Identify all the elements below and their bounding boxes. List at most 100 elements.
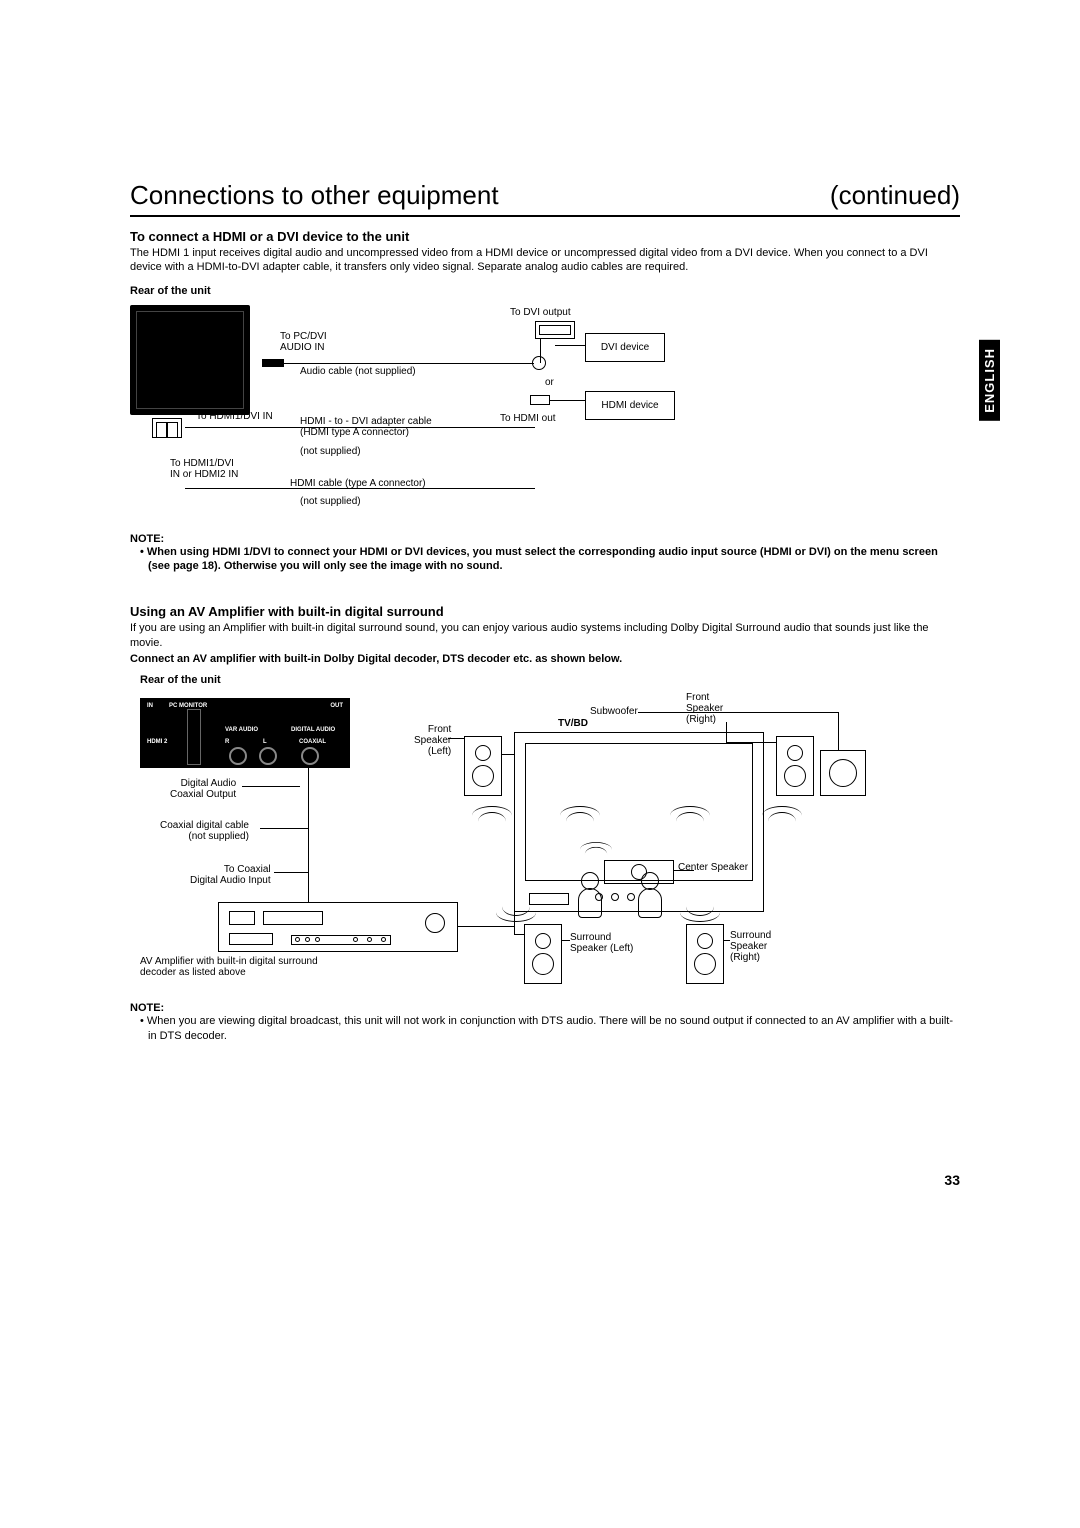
section1-heading: To connect a HDMI or a DVI device to the… [130,229,960,244]
section1-note-text: • When using HDMI 1/DVI to connect your … [130,545,960,575]
line [514,934,524,935]
label-coax-cable: Coaxial digital cable (not supplied) [160,820,249,842]
section2-heading: Using an AV Amplifier with built-in digi… [130,604,960,619]
label-tvbd: TV/BD [558,718,588,729]
line [242,786,300,787]
diagram-av-amplifier: IN PC MONITOR OUT HDMI 2 VAR AUDIO R L D… [130,692,870,992]
line [724,940,730,941]
label-front-right: Front Speaker (Right) [686,692,723,725]
label-dvi-device: DVI device [601,342,649,353]
sound-wave-icon [580,842,612,858]
panel-out: OUT [330,703,343,709]
hdmi-connector-icon [530,395,550,405]
listener-icon [630,872,670,922]
audio-jack-icon [262,359,284,367]
label-not-supplied-2: (not supplied) [300,496,361,507]
label-hdmi-dvi-adapter: HDMI - to - DVI adapter cable (HDMI type… [300,416,432,438]
document-page: Connections to other equipment (continue… [0,0,1080,1104]
line [726,742,776,743]
line [562,940,570,941]
line [274,872,308,873]
panel-hdmi2: HDMI 2 [147,739,167,745]
hdmi-ports-icon [152,418,182,438]
line [514,754,515,934]
header-title: Connections to other equipment [130,180,499,211]
surround-right-speaker-icon [686,924,724,984]
sound-wave-icon [472,806,512,826]
listener-icon [570,872,610,922]
label-front-left: Front Speaker (Left) [414,724,451,757]
dvi-device-box: DVI device [585,333,665,362]
label-to-hdmi1-dvi-in: To HDMI1/DVI IN [196,411,273,422]
line [458,926,514,927]
front-right-speaker-icon [776,736,814,796]
section1-body: The HDMI 1 input receives digital audio … [130,246,960,275]
label-to-pcdvi-audio-in: To PC/DVI AUDIO IN [280,331,327,353]
label-surround-left: Surround Speaker (Left) [570,932,633,954]
panel-digaudio: DIGITAL AUDIO [291,727,335,733]
label-to-coax-input: To Coaxial Digital Audio Input [190,864,271,886]
section2-note-label: NOTE: [130,1002,960,1014]
label-or: or [545,377,554,388]
label-digital-audio-coax-out: Digital Audio Coaxial Output [170,778,236,800]
header-continued: (continued) [830,180,960,211]
spacer [130,574,960,600]
av-amplifier-icon [218,902,458,952]
line [555,345,585,346]
sound-wave-icon [496,902,536,922]
panel-l: L [263,739,267,745]
line [284,363,534,364]
label-to-dvi-output: To DVI output [510,307,571,318]
unit-rear-panel2-icon: IN PC MONITOR OUT HDMI 2 VAR AUDIO R L D… [140,698,350,768]
sound-wave-icon [560,806,600,826]
page-header: Connections to other equipment (continue… [130,180,960,217]
label-surround-right: Surround Speaker (Right) [730,930,771,963]
label-av-amp: AV Amplifier with built-in digital surro… [140,956,318,978]
rca-port-icon [259,747,277,765]
label-subwoofer: Subwoofer [590,706,638,717]
dvi-connector-icon [535,321,575,339]
section1-rear-label: Rear of the unit [130,285,960,297]
hdmi-device-box: HDMI device [585,391,675,420]
line [638,712,838,713]
section2-bold-line: Connect an AV amplifier with built-in Do… [130,652,960,666]
front-left-speaker-icon [464,736,502,796]
panel-varaudio: VAR AUDIO [225,727,258,733]
coax-port-icon [301,747,319,765]
line [260,828,308,829]
label-hdmi-cable: HDMI cable (type A connector) [290,478,426,489]
line [540,339,541,363]
line [726,722,727,742]
section2-note-text: • When you are viewing digital broadcast… [130,1014,960,1044]
vga-port-icon [187,709,201,765]
line [674,870,694,871]
sound-wave-icon [762,806,802,826]
label-center: Center Speaker [678,862,748,873]
section2-body: If you are using an Amplifier with built… [130,621,960,650]
panel-coax: COAXIAL [299,739,326,745]
section1-note-label: NOTE: [130,533,960,545]
line [448,738,464,739]
sound-wave-icon [670,806,710,826]
language-tab: ENGLISH [979,340,1000,421]
audio-jack-round-icon [532,356,546,370]
page-number: 33 [944,1172,960,1188]
line [838,712,839,750]
line [308,768,309,908]
panel-in: IN [147,703,153,709]
subwoofer-icon [820,750,866,796]
label-to-hdmi1-or-2: To HDMI1/DVI IN or HDMI2 IN [170,458,238,480]
unit-rear-panel-icon [130,305,250,415]
panel-r: R [225,739,229,745]
sound-wave-icon [680,902,720,922]
line [502,754,514,755]
label-hdmi-device: HDMI device [601,400,658,411]
label-not-supplied-1: (not supplied) [300,446,361,457]
diagram-hdmi-dvi: To PC/DVI AUDIO IN Audio cable (not supp… [130,303,850,523]
line [550,400,585,401]
label-audio-cable: Audio cable (not supplied) [300,366,416,377]
rca-port-icon [229,747,247,765]
label-to-hdmi-out: To HDMI out [500,413,556,424]
section2-rear-label: Rear of the unit [140,674,960,686]
surround-left-speaker-icon [524,924,562,984]
